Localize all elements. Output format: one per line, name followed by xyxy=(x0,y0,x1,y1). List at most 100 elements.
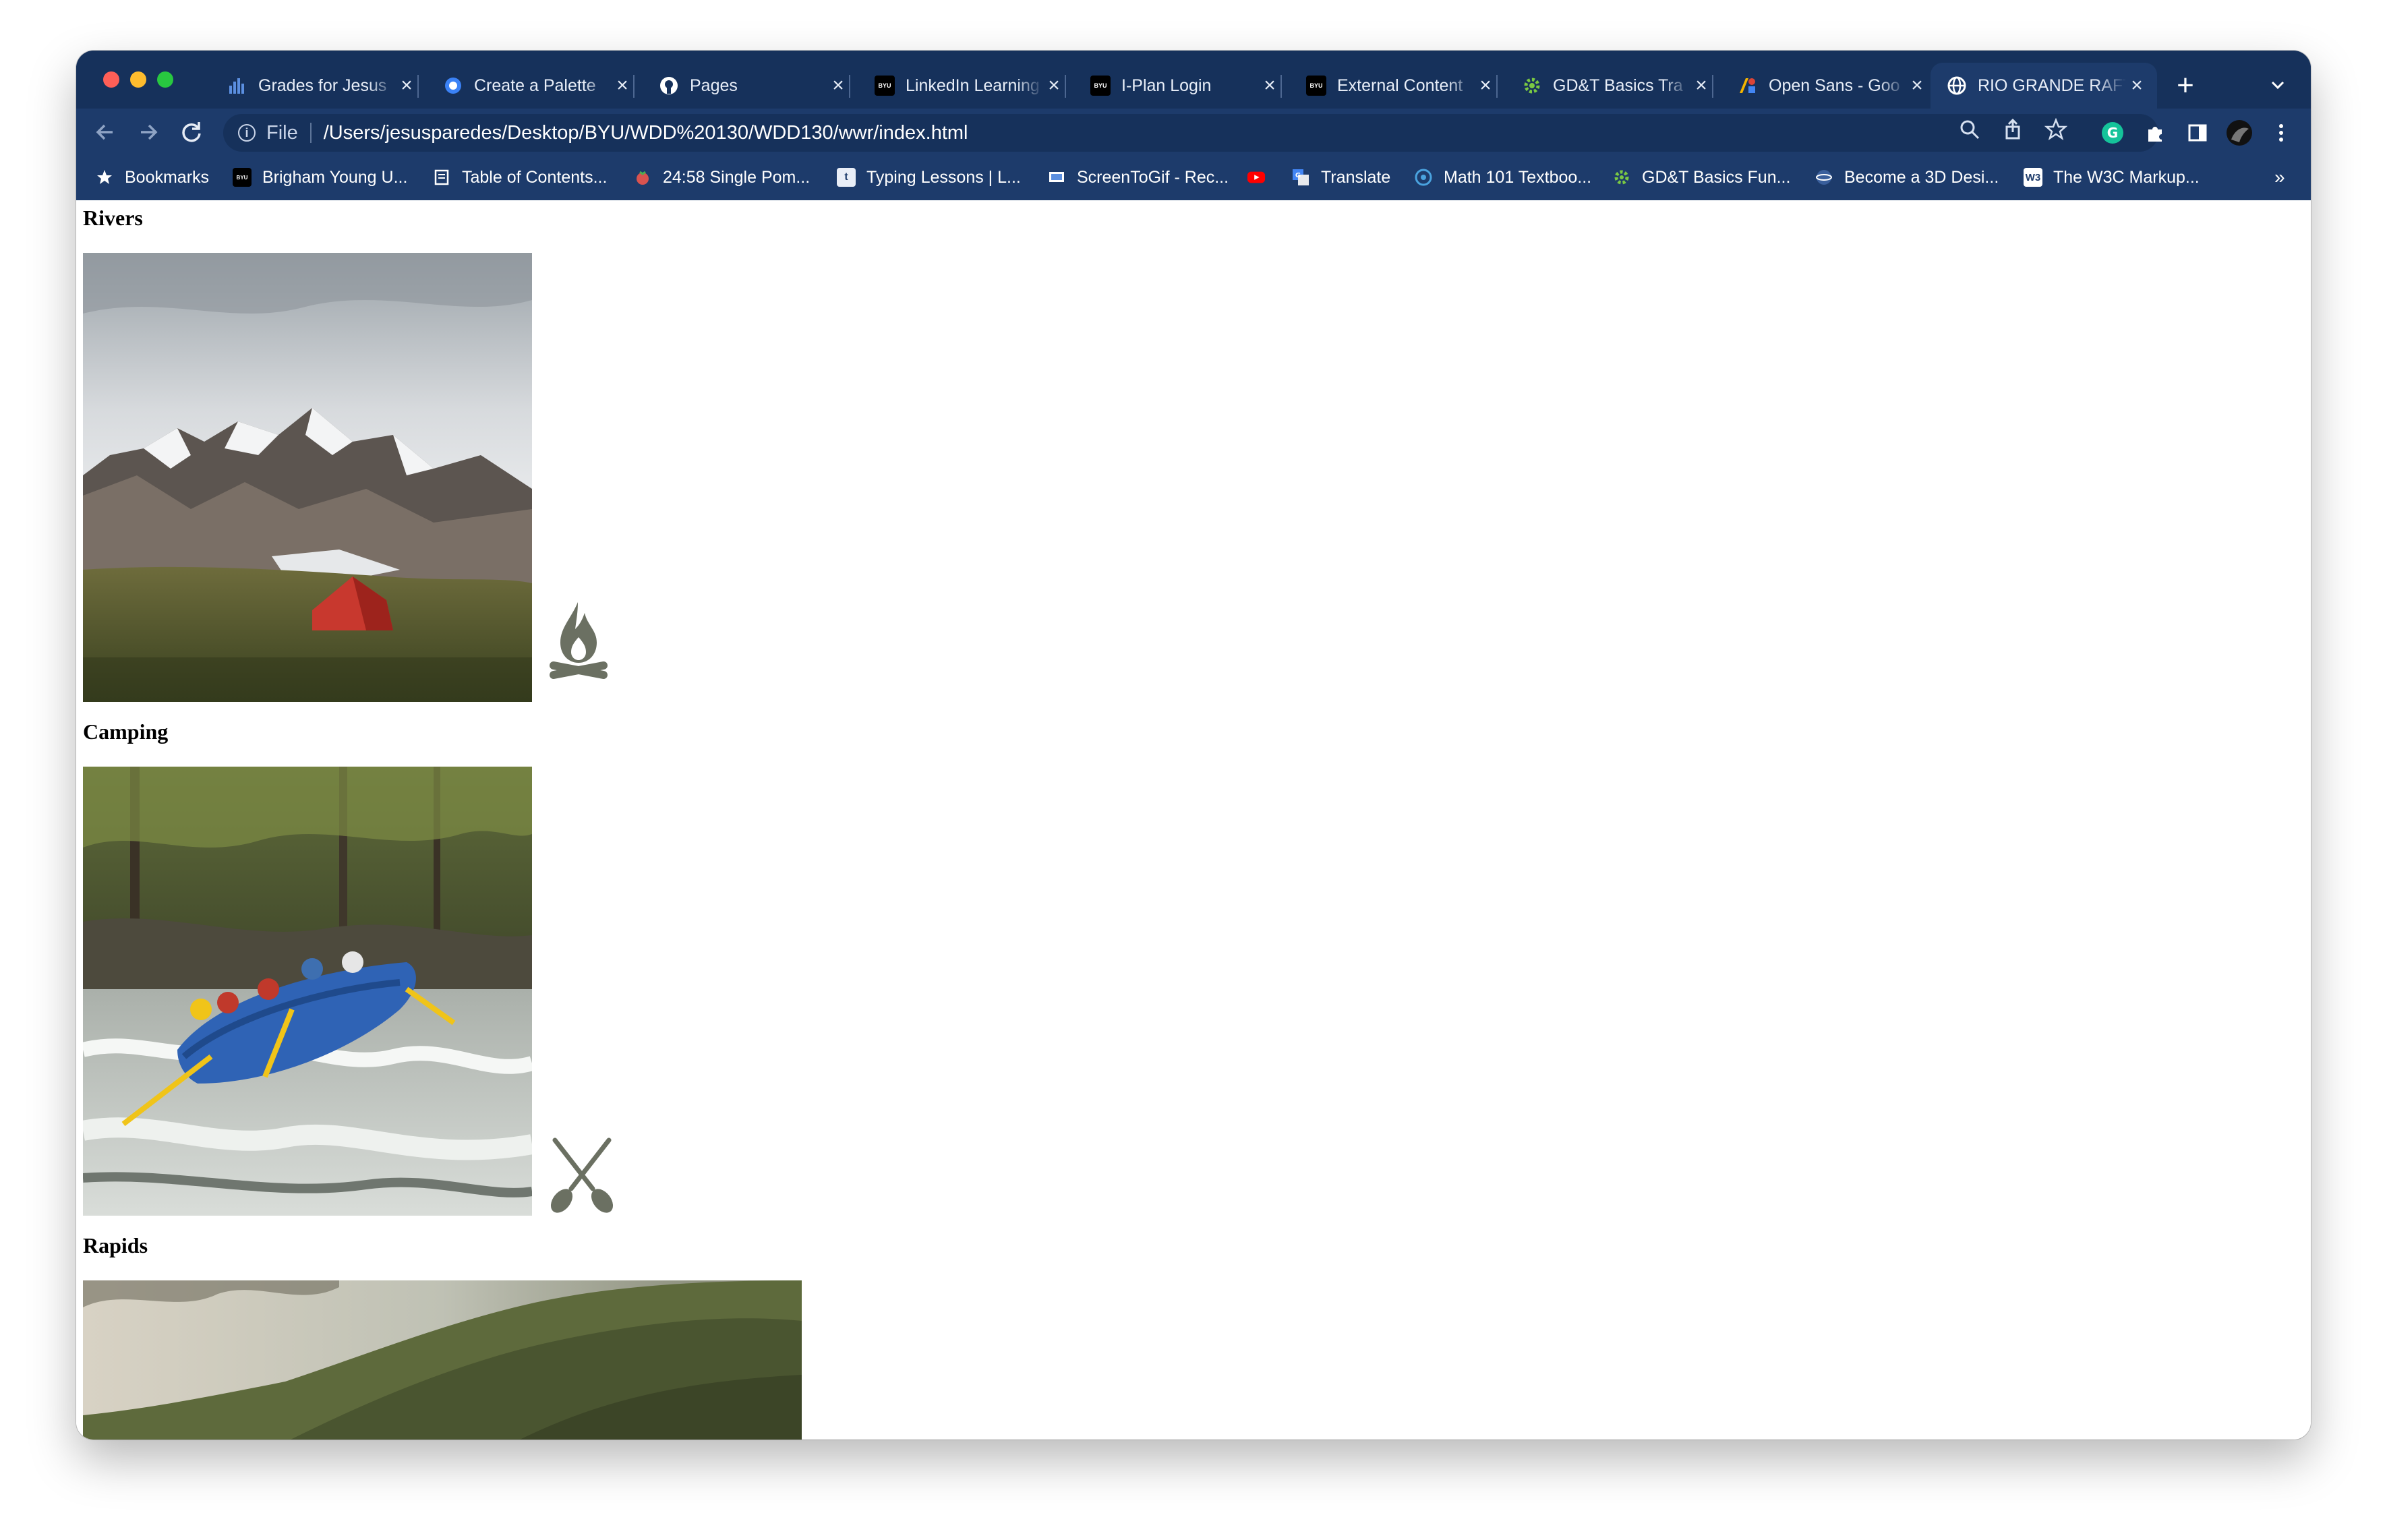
tab-open-sans[interactable]: Open Sans - Goo × xyxy=(1721,63,1937,109)
tab-title: LinkedIn Learning xyxy=(906,76,1040,95)
bookmark-label: Become a 3D Desi... xyxy=(1844,167,1999,187)
green-valley-photo xyxy=(83,1280,802,1440)
side-panel-icon[interactable] xyxy=(2184,119,2211,146)
tab-close-icon[interactable]: × xyxy=(2126,76,2148,96)
tab-external-content[interactable]: BYU External Content × xyxy=(1290,63,1506,109)
bookmark-label: Math 101 Textboo... xyxy=(1444,167,1592,187)
address-url[interactable]: /Users/jesusparedes/Desktop/BYU/WDD%2013… xyxy=(324,122,968,144)
w3c-icon: W3 xyxy=(2024,168,2042,187)
tab-iplan-login[interactable]: BYU I-Plan Login × xyxy=(1074,63,1290,109)
bookmark-pomodoro[interactable]: 24:58 Single Pom... xyxy=(633,165,810,189)
tab-divider xyxy=(417,75,419,98)
browser-chrome: Grades for Jesus × Create a Palette × Pa… xyxy=(76,51,2311,200)
bookmark-3d-design[interactable]: Become a 3D Desi... xyxy=(1815,165,1999,189)
tab-title: I-Plan Login xyxy=(1121,76,1212,95)
screen-capture-icon xyxy=(1047,168,1066,187)
tab-divider xyxy=(1065,75,1066,98)
tab-create-palette[interactable]: Create a Palette × xyxy=(427,63,643,109)
new-tab-button[interactable]: + xyxy=(2167,67,2204,105)
bookmark-label: The W3C Markup... xyxy=(2053,167,2200,187)
campfire-icon xyxy=(548,598,609,682)
bookmarks-overflow-chevron-icon[interactable]: » xyxy=(2274,165,2285,189)
byu-logo-icon: BYU xyxy=(875,76,895,96)
browser-window: Grades for Jesus × Create a Palette × Pa… xyxy=(76,51,2311,1440)
byu-logo-icon: BYU xyxy=(233,168,252,187)
tab-close-icon[interactable]: × xyxy=(827,76,849,96)
tab-title: External Content xyxy=(1337,76,1463,95)
bookmarks-bar: Bookmarks BYU Brigham Young U... Table o… xyxy=(76,156,2311,200)
bookmark-math-101[interactable]: Math 101 Textboo... xyxy=(1414,165,1591,189)
bookmark-label: Typing Lessons | L... xyxy=(866,167,1021,187)
menu-kebab-icon[interactable] xyxy=(2268,119,2295,146)
svg-text:G: G xyxy=(2107,125,2118,141)
bookmark-typing-lessons[interactable]: t Typing Lessons | L... xyxy=(837,165,1021,189)
tab-grades[interactable]: Grades for Jesus × xyxy=(211,63,427,109)
address-divider xyxy=(310,123,312,143)
bookmark-translate[interactable]: G Translate xyxy=(1291,165,1390,189)
star-icon xyxy=(95,168,114,187)
bookmark-w3c-markup[interactable]: W3 The W3C Markup... xyxy=(2024,165,2200,189)
bookmark-screentogif[interactable]: ScreenToGif - Rec... xyxy=(1047,165,1229,189)
tab-linkedin-learning[interactable]: BYU LinkedIn Learning × xyxy=(858,63,1074,109)
back-arrow-icon[interactable] xyxy=(87,114,123,150)
tab-search-chevron-icon[interactable] xyxy=(2261,71,2295,105)
document-icon xyxy=(432,168,451,187)
bookmark-label: Brigham Young U... xyxy=(262,167,408,187)
info-icon[interactable]: i xyxy=(238,124,256,142)
bookmark-label: Bookmarks xyxy=(125,167,210,187)
tomato-icon xyxy=(633,168,652,187)
bookmark-all-bookmarks[interactable]: Bookmarks xyxy=(95,165,209,189)
tab-close-icon[interactable]: × xyxy=(1906,76,1928,96)
browser-toolbar: i File /Users/jesusparedes/Desktop/BYU/W… xyxy=(76,109,2311,156)
mountain-camp-photo xyxy=(83,253,532,702)
tab-close-icon[interactable]: × xyxy=(396,76,417,96)
tab-title: Pages xyxy=(690,76,738,95)
byu-logo-icon: BYU xyxy=(1090,76,1111,96)
minimize-window-button[interactable] xyxy=(130,71,146,88)
tab-close-icon[interactable]: × xyxy=(1690,76,1712,96)
tab-pages[interactable]: Pages × xyxy=(643,63,858,109)
profile-avatar[interactable] xyxy=(2226,119,2253,146)
gear-icon xyxy=(1522,76,1542,96)
bookmark-star-icon[interactable] xyxy=(2041,117,2071,148)
gear-icon xyxy=(1612,168,1631,187)
zoom-magnifier-icon[interactable] xyxy=(1955,118,1984,148)
tab-divider xyxy=(1712,75,1713,98)
tab-divider xyxy=(1280,75,1282,98)
close-window-button[interactable] xyxy=(103,71,119,88)
tab-title: Open Sans - Goo xyxy=(1769,76,1900,95)
zoom-window-button[interactable] xyxy=(157,71,173,88)
tab-close-icon[interactable]: × xyxy=(1259,76,1280,96)
section-heading-rivers: Rivers xyxy=(83,206,143,230)
tab-title: RIO GRANDE RAFTING xyxy=(1978,76,2126,95)
bookmark-label: Translate xyxy=(1321,167,1391,187)
bar-chart-icon xyxy=(227,76,247,96)
tab-title: GD&T Basics Tra xyxy=(1553,76,1683,95)
tab-close-icon[interactable]: × xyxy=(1043,76,1065,96)
grammarly-icon[interactable]: G xyxy=(2099,119,2126,146)
share-icon[interactable] xyxy=(1998,118,2028,148)
reload-icon[interactable] xyxy=(173,114,210,150)
bookmark-youtube[interactable] xyxy=(1247,165,1276,189)
tab-rio-grande[interactable]: RIO GRANDE RAFTING × xyxy=(1931,63,2157,109)
tab-title: Grades for Jesus xyxy=(258,76,387,95)
bookmark-table-of-contents[interactable]: Table of Contents... xyxy=(432,165,607,189)
bookmark-label: ScreenToGif - Rec... xyxy=(1077,167,1229,187)
translate-icon: G xyxy=(1291,168,1310,187)
globe-icon xyxy=(1947,76,1967,96)
extensions-puzzle-icon[interactable] xyxy=(2142,119,2169,146)
bookmark-brigham-young[interactable]: BYU Brigham Young U... xyxy=(233,165,407,189)
section-heading-rapids: Rapids xyxy=(83,1233,148,1257)
tab-gdt-basics[interactable]: GD&T Basics Tra × xyxy=(1506,63,1721,109)
address-bar[interactable]: i File /Users/jesusparedes/Desktop/BYU/W… xyxy=(223,114,2158,152)
tab-close-icon[interactable]: × xyxy=(1475,76,1496,96)
typing-t-icon: t xyxy=(837,168,856,187)
svg-text:G: G xyxy=(1295,172,1301,179)
forward-arrow-icon[interactable] xyxy=(130,114,167,150)
palette-icon xyxy=(443,76,463,96)
circle-logo-icon xyxy=(1414,168,1433,187)
bookmark-gdt-basics[interactable]: GD&T Basics Fun... xyxy=(1612,165,1790,189)
tab-close-icon[interactable]: × xyxy=(612,76,633,96)
tab-divider xyxy=(849,75,850,98)
tab-strip: Grades for Jesus × Create a Palette × Pa… xyxy=(76,51,2311,109)
